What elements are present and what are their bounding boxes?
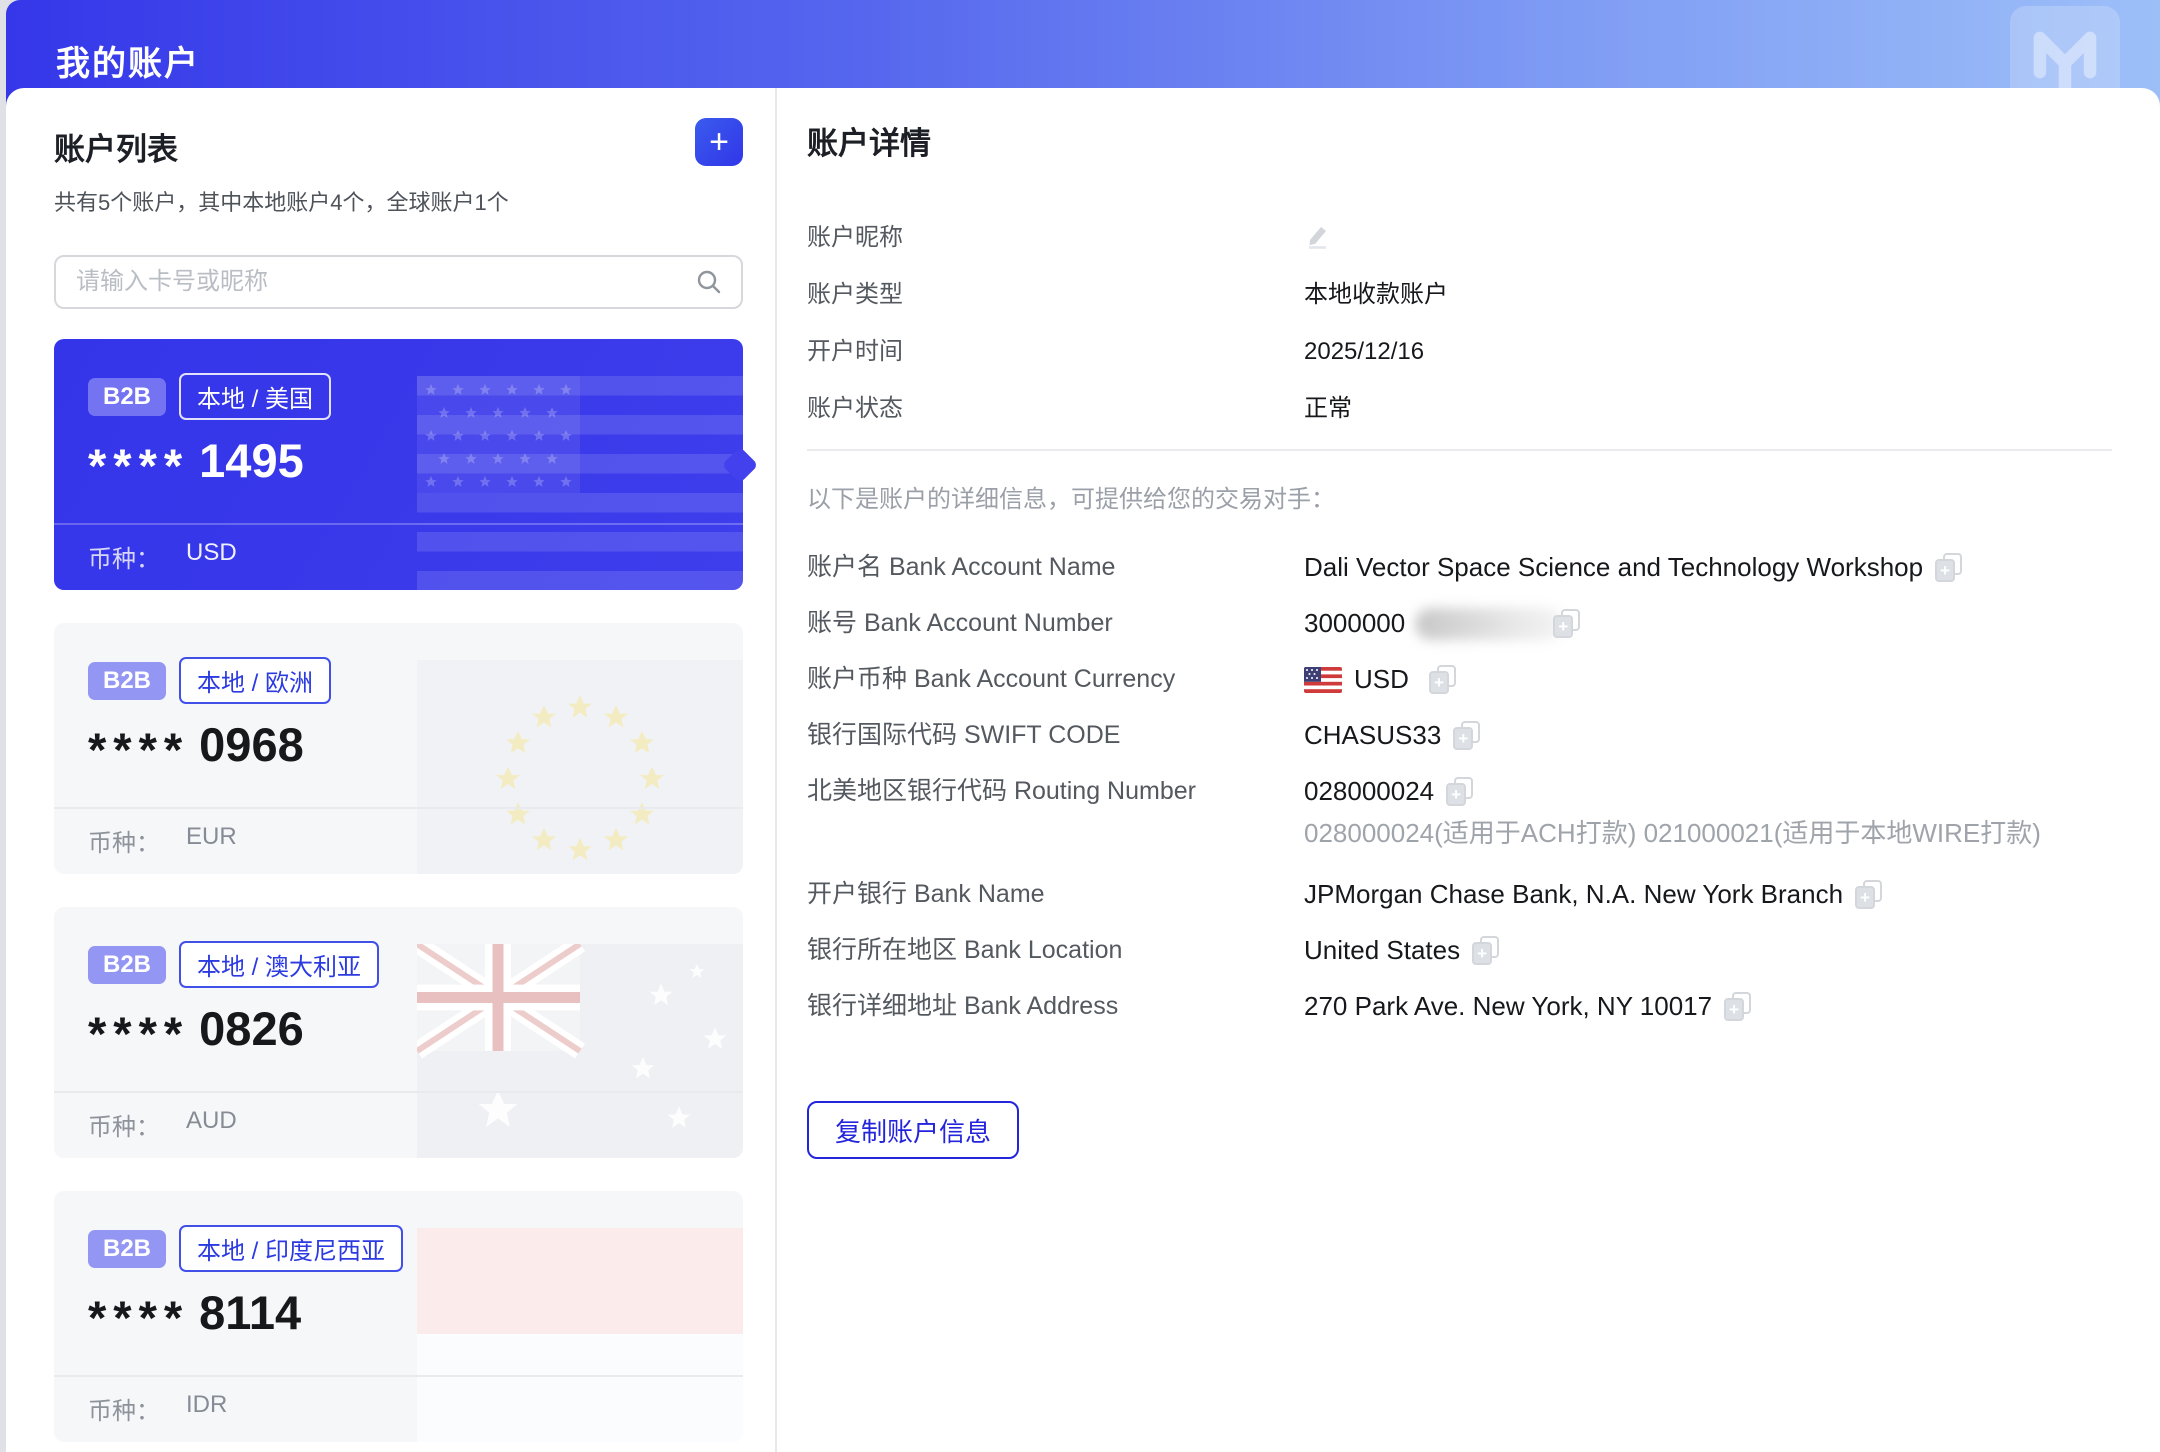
account-summary: 共有5个账户，其中本地账户4个，全球账户1个 bbox=[54, 190, 509, 215]
us-flag-watermark bbox=[417, 376, 743, 590]
account-list-title: 账户列表 bbox=[54, 132, 178, 167]
bank-row-account-name: 账户名 Bank Account Name Dali Vector Space … bbox=[807, 550, 2112, 585]
search-icon[interactable] bbox=[695, 268, 723, 296]
card-currency: 币种： IDR bbox=[88, 1391, 228, 1425]
card-divider bbox=[54, 523, 743, 525]
bank-row-currency: 账户币种 Bank Account Currency USD bbox=[807, 662, 2112, 697]
bank-row-swift: 银行国际代码 SWIFT CODE CHASUS33 bbox=[807, 718, 2112, 753]
status-value: 正常 bbox=[1304, 395, 1352, 422]
copy-icon[interactable] bbox=[1855, 880, 1883, 909]
australia-flag-watermark bbox=[417, 944, 743, 1158]
info-row-open-date: 开户时间 2025/12/16 bbox=[807, 338, 1425, 365]
bank-row-location: 银行所在地区 Bank Location United States bbox=[807, 933, 2112, 968]
account-card-idr[interactable]: B2B 本地 / 印度尼西亚 **** 8114 币种： IDR bbox=[54, 1191, 743, 1442]
card-divider bbox=[54, 1091, 743, 1093]
card-number: **** 0826 bbox=[88, 1002, 304, 1060]
account-card-eur[interactable]: B2B 本地 / 欧洲 **** 0968 币种： EUR bbox=[54, 623, 743, 874]
region-badge: 本地 / 澳大利亚 bbox=[179, 941, 380, 988]
copy-icon[interactable] bbox=[1453, 721, 1481, 750]
b2b-badge: B2B bbox=[88, 661, 167, 700]
card-divider bbox=[54, 1375, 743, 1377]
eu-flag-watermark bbox=[417, 660, 743, 874]
copy-account-info-button[interactable]: 复制账户信息 bbox=[807, 1101, 1020, 1159]
bank-row-routing: 北美地区银行代码 Routing Number 028000024 bbox=[807, 774, 2112, 809]
bank-row-bank-name: 开户银行 Bank Name JPMorgan Chase Bank, N.A.… bbox=[807, 877, 2112, 912]
bank-row-account-number: 账号 Bank Account Number 3000000 bbox=[807, 606, 2112, 641]
page-title: 我的账户 bbox=[56, 45, 200, 83]
region-badge: 本地 / 印度尼西亚 bbox=[179, 1225, 404, 1272]
card-currency: 币种： AUD bbox=[88, 1107, 237, 1141]
b2b-badge: B2B bbox=[88, 1229, 167, 1268]
card-number: **** 8114 bbox=[88, 1286, 302, 1344]
account-card-usd[interactable]: B2B 本地 / 美国 **** 1495 币种： USD bbox=[54, 339, 759, 590]
copy-icon[interactable] bbox=[1428, 665, 1456, 694]
account-details-panel: 账户详情 账户昵称 账户类型 本地收款账户 开户时间 2025/12/16 账户… bbox=[777, 88, 2160, 1452]
card-currency: 币种： USD bbox=[88, 539, 237, 573]
us-flag-icon bbox=[1304, 666, 1342, 693]
edit-pencil-icon[interactable] bbox=[1304, 221, 1332, 249]
card-currency: 币种： EUR bbox=[88, 823, 237, 857]
content-panel: 账户列表 + 共有5个账户，其中本地账户4个，全球账户1个 请输入卡号或昵称 B… bbox=[6, 88, 2160, 1452]
copy-icon[interactable] bbox=[1553, 609, 1581, 638]
region-badge: 本地 / 美国 bbox=[179, 373, 332, 420]
add-account-button[interactable]: + bbox=[695, 118, 743, 166]
account-card-aud[interactable]: B2B 本地 / 澳大利亚 **** 0826 币种： AUD bbox=[54, 907, 743, 1158]
routing-note: 028000024(适用于ACH打款) 021000021(适用于本地WIRE打… bbox=[1304, 818, 2041, 848]
account-list-panel: 账户列表 + 共有5个账户，其中本地账户4个，全球账户1个 请输入卡号或昵称 B… bbox=[6, 88, 759, 1452]
indonesia-flag-watermark bbox=[417, 1228, 743, 1442]
b2b-badge: B2B bbox=[88, 945, 167, 984]
account-cards: B2B 本地 / 美国 **** 1495 币种： USD B2B 本地 / 欧… bbox=[54, 339, 759, 1442]
copy-icon[interactable] bbox=[1724, 992, 1752, 1021]
copy-icon[interactable] bbox=[1935, 553, 1963, 582]
account-details-title: 账户详情 bbox=[807, 126, 931, 161]
details-hint: 以下是账户的详细信息，可提供给您的交易对手： bbox=[807, 486, 1335, 513]
b2b-badge: B2B bbox=[88, 377, 167, 416]
card-divider bbox=[54, 807, 743, 809]
masked-number bbox=[1415, 607, 1564, 640]
copy-icon[interactable] bbox=[1446, 777, 1474, 806]
copy-icon[interactable] bbox=[1472, 936, 1500, 965]
section-divider bbox=[807, 449, 2112, 451]
info-row-status: 账户状态 正常 bbox=[807, 392, 2112, 425]
search-box[interactable] bbox=[54, 255, 743, 309]
info-row-type: 账户类型 本地收款账户 bbox=[807, 281, 1448, 308]
region-badge: 本地 / 欧洲 bbox=[179, 657, 332, 704]
info-row-nickname: 账户昵称 bbox=[807, 221, 2112, 254]
card-number: **** 0968 bbox=[88, 718, 304, 776]
search-input[interactable] bbox=[76, 268, 695, 296]
card-number: **** 1495 bbox=[88, 434, 304, 492]
bank-row-address: 银行详细地址 Bank Address 270 Park Ave. New Yo… bbox=[807, 989, 2112, 1024]
